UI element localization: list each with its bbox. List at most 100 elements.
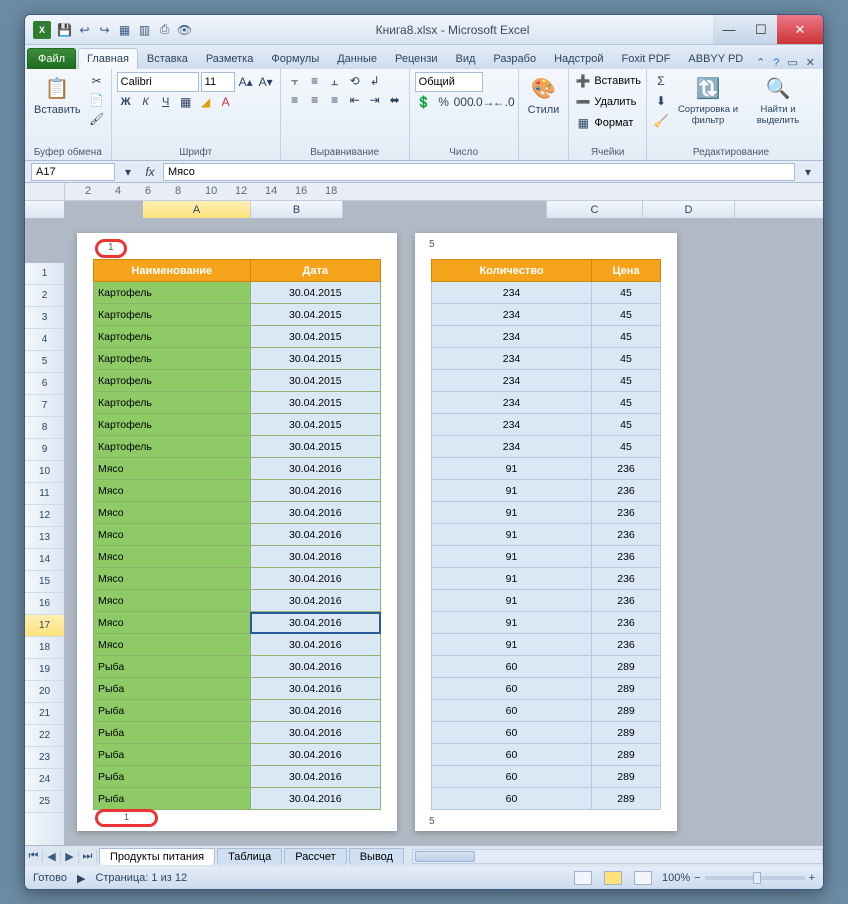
window-option-icon[interactable]: ▭	[787, 56, 797, 69]
table-row[interactable]: Рыба30.04.2016	[94, 700, 381, 722]
cell-price[interactable]: 289	[592, 700, 661, 722]
cell-price[interactable]: 45	[592, 392, 661, 414]
align-top-icon[interactable]: ⫟	[286, 72, 304, 90]
cell-price[interactable]: 289	[592, 722, 661, 744]
normal-view-icon[interactable]	[574, 871, 592, 885]
number-format-select[interactable]: Общий	[415, 72, 483, 92]
table-row[interactable]: 91236	[432, 590, 661, 612]
row-header-12[interactable]: 12	[25, 505, 64, 527]
cell-date[interactable]: 30.04.2015	[250, 414, 380, 436]
cell-name[interactable]: Рыба	[94, 766, 251, 788]
ribbon-tab-3[interactable]: Формулы	[262, 48, 328, 69]
cell-price[interactable]: 45	[592, 414, 661, 436]
cell-name[interactable]: Рыба	[94, 678, 251, 700]
qat-btn-6[interactable]: 👁	[177, 22, 192, 37]
row-header-19[interactable]: 19	[25, 659, 64, 681]
table-row[interactable]: Мясо30.04.2016	[94, 590, 381, 612]
table-row[interactable]: 60289	[432, 744, 661, 766]
font-color-icon[interactable]: A	[217, 93, 235, 111]
cell-name[interactable]: Рыба	[94, 744, 251, 766]
column-header-d[interactable]: D	[643, 201, 735, 218]
italic-icon[interactable]: К	[137, 93, 155, 111]
cell-name[interactable]: Мясо	[94, 634, 251, 656]
row-header-4[interactable]: 4	[25, 329, 64, 351]
format-cells-button[interactable]: ▦Формат	[574, 114, 633, 132]
table-row[interactable]: 23445	[432, 326, 661, 348]
comma-icon[interactable]: 000	[455, 93, 473, 111]
border-icon[interactable]: ▦	[177, 93, 195, 111]
table-row[interactable]: 91236	[432, 568, 661, 590]
table-row[interactable]: 91236	[432, 480, 661, 502]
table-row[interactable]: 60289	[432, 700, 661, 722]
decrease-indent-icon[interactable]: ⇤	[346, 91, 364, 109]
sort-filter-button[interactable]: 🔃 Сортировка и фильтр	[673, 72, 743, 128]
table-row[interactable]: 91236	[432, 524, 661, 546]
table-row[interactable]: 91236	[432, 458, 661, 480]
cell-price[interactable]: 45	[592, 436, 661, 458]
insert-cells-button[interactable]: ➕Вставить	[574, 72, 641, 90]
cell-name[interactable]: Картофель	[94, 392, 251, 414]
currency-icon[interactable]: 💲	[415, 93, 433, 111]
table-row[interactable]: Рыба30.04.2016	[94, 656, 381, 678]
autosum-icon[interactable]: Σ	[652, 72, 670, 90]
ribbon-tab-10[interactable]: ABBYY PD	[679, 48, 752, 69]
cell-date[interactable]: 30.04.2016	[250, 678, 380, 700]
table-row[interactable]: Рыба30.04.2016	[94, 788, 381, 810]
table-row[interactable]: 91236	[432, 634, 661, 656]
cell-price[interactable]: 236	[592, 546, 661, 568]
cell-name[interactable]: Картофель	[94, 414, 251, 436]
cell-qty[interactable]: 60	[432, 678, 592, 700]
zoom-slider[interactable]	[705, 876, 805, 880]
cell-price[interactable]: 45	[592, 326, 661, 348]
help-icon[interactable]: ?	[773, 57, 779, 69]
row-header-13[interactable]: 13	[25, 527, 64, 549]
underline-icon[interactable]: Ч	[157, 93, 175, 111]
row-header-21[interactable]: 21	[25, 703, 64, 725]
cell-date[interactable]: 30.04.2016	[250, 458, 380, 480]
cell-price[interactable]: 45	[592, 304, 661, 326]
prev-sheet-icon[interactable]: ◀	[43, 850, 61, 863]
align-left-icon[interactable]: ≡	[286, 91, 304, 109]
ribbon-tab-7[interactable]: Разрабо	[484, 48, 545, 69]
paste-button[interactable]: 📋 Вставить	[30, 72, 85, 118]
cell-price[interactable]: 45	[592, 348, 661, 370]
row-header-14[interactable]: 14	[25, 549, 64, 571]
table-row[interactable]: Мясо30.04.2016	[94, 634, 381, 656]
row-header-10[interactable]: 10	[25, 461, 64, 483]
close-button[interactable]: ✕	[777, 15, 823, 44]
cell-qty[interactable]: 234	[432, 370, 592, 392]
table-row[interactable]: Мясо30.04.2016	[94, 480, 381, 502]
cell-name[interactable]: Картофель	[94, 304, 251, 326]
qat-btn-2[interactable]: ↪	[97, 22, 112, 37]
copy-icon[interactable]: 📄	[88, 91, 106, 109]
cell-name[interactable]: Мясо	[94, 612, 251, 634]
table-row[interactable]: Картофель30.04.2015	[94, 414, 381, 436]
row-header-16[interactable]: 16	[25, 593, 64, 615]
decrease-font-icon[interactable]: A▾	[257, 73, 275, 91]
page-break-view-icon[interactable]	[634, 871, 652, 885]
font-name-select[interactable]: Calibri	[117, 72, 199, 92]
cell-qty[interactable]: 91	[432, 590, 592, 612]
cell-name[interactable]: Рыба	[94, 700, 251, 722]
expand-formula-icon[interactable]: ▾	[799, 163, 817, 181]
cell-date[interactable]: 30.04.2016	[250, 788, 380, 810]
cell-price[interactable]: 289	[592, 656, 661, 678]
cell-name[interactable]: Картофель	[94, 370, 251, 392]
row-header-22[interactable]: 22	[25, 725, 64, 747]
cell-price[interactable]: 236	[592, 612, 661, 634]
ribbon-minimize-icon[interactable]: ⌃	[756, 56, 765, 69]
zoom-in-icon[interactable]: +	[809, 872, 815, 884]
maximize-button[interactable]: ☐	[745, 15, 777, 44]
cell-name[interactable]: Картофель	[94, 326, 251, 348]
ribbon-tab-9[interactable]: Foxit PDF	[613, 48, 680, 69]
ribbon-tab-2[interactable]: Разметка	[197, 48, 263, 69]
row-header-24[interactable]: 24	[25, 769, 64, 791]
cell-price[interactable]: 289	[592, 788, 661, 810]
cell-qty[interactable]: 91	[432, 502, 592, 524]
table-row[interactable]: Картофель30.04.2015	[94, 282, 381, 304]
minimize-button[interactable]: —	[713, 15, 745, 44]
row-header-20[interactable]: 20	[25, 681, 64, 703]
table-row[interactable]: 23445	[432, 436, 661, 458]
cell-qty[interactable]: 91	[432, 524, 592, 546]
cell-name[interactable]: Мясо	[94, 502, 251, 524]
